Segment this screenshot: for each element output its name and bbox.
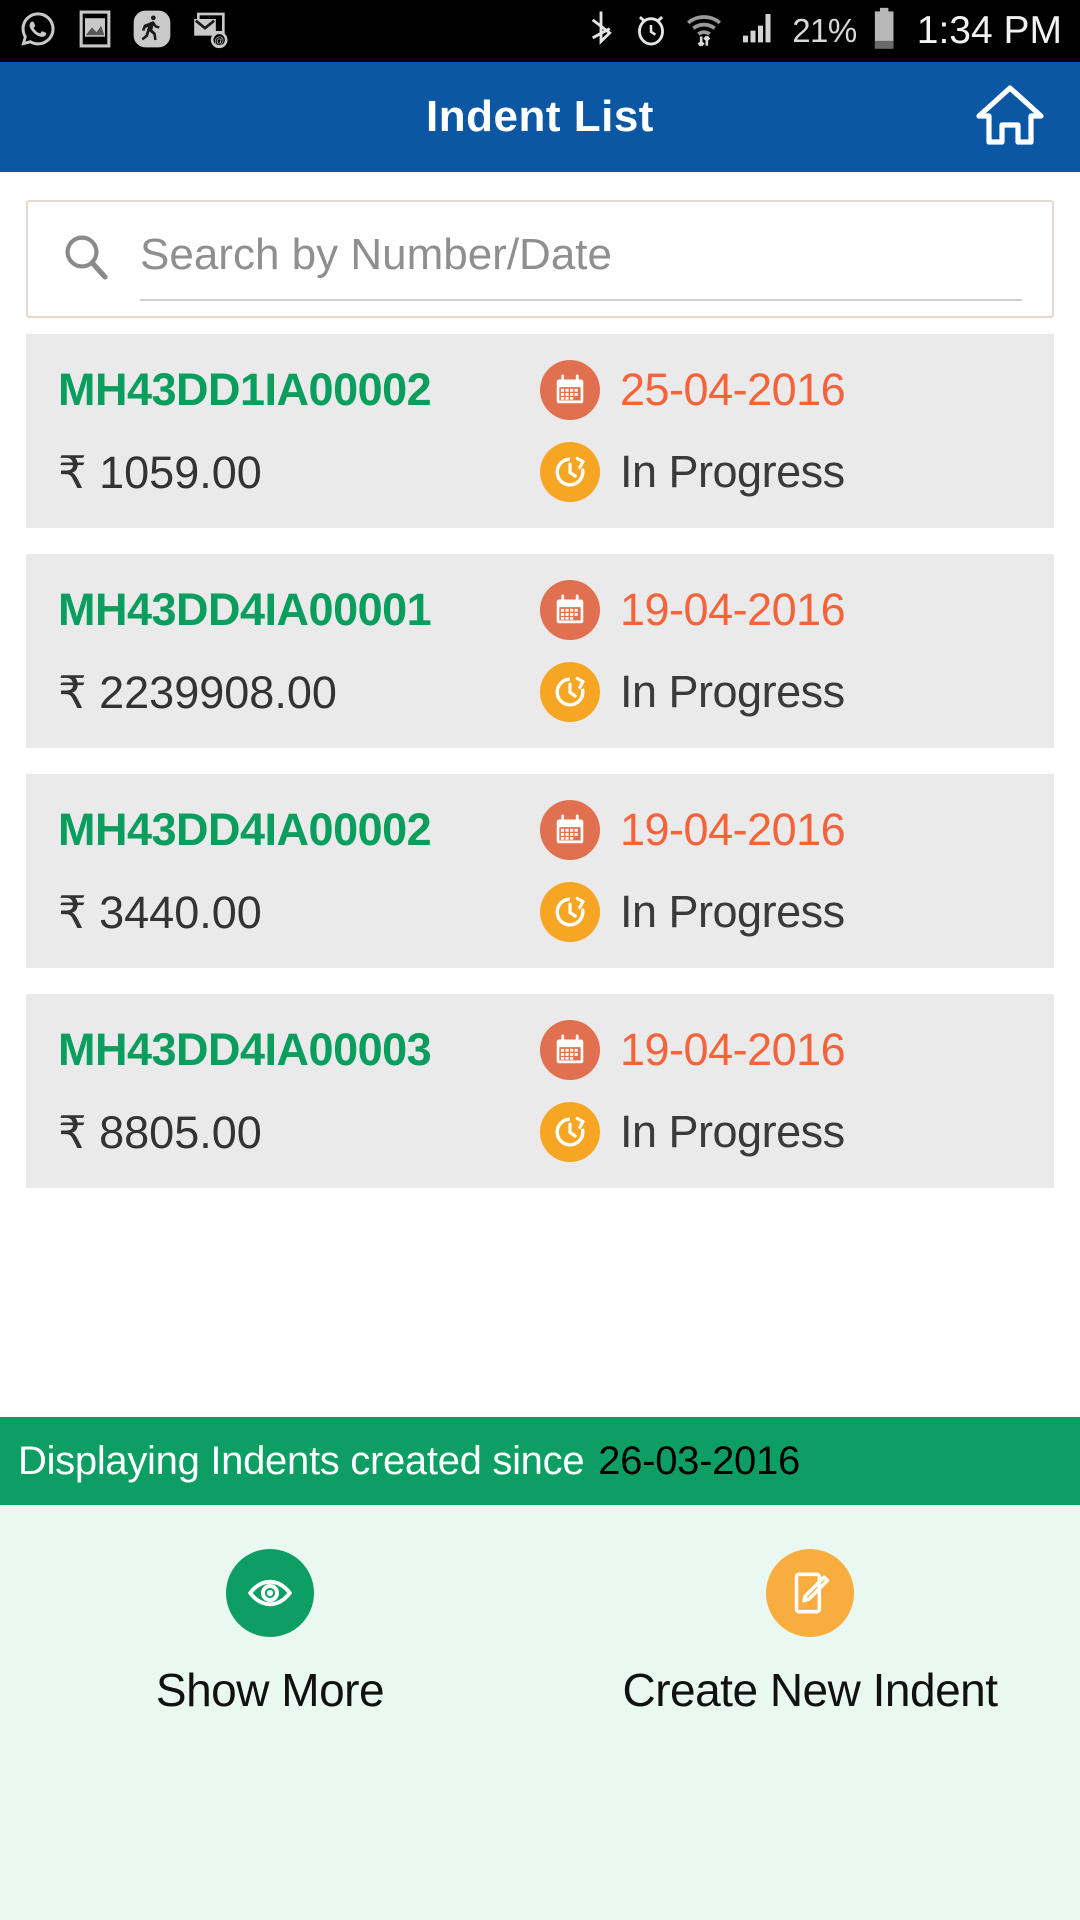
indent-status: In Progress (620, 666, 845, 717)
banner-since-date: 26-03-2016 (598, 1438, 800, 1483)
search-icon (58, 229, 114, 290)
indent-amount: ₹ 3440.00 (58, 886, 262, 938)
indent-status-cell: In Progress (540, 662, 1022, 722)
indent-amount: ₹ 8805.00 (58, 1106, 262, 1158)
indent-date-cell: 19-04-2016 (540, 800, 1022, 860)
calendar-icon (540, 360, 600, 420)
indent-amount-cell: ₹ 1059.00 (58, 446, 540, 499)
indent-number: MH43DD4IA00001 (58, 584, 432, 635)
indent-number-cell: MH43DD4IA00001 (58, 584, 540, 636)
home-icon (974, 82, 1046, 153)
indent-card-header: MH43DD4IA00003 19-04-2016 (58, 1020, 1022, 1080)
status-bar-notification-icons: @ (18, 9, 230, 54)
indent-card-header: MH43DD4IA00001 19-04-2016 (58, 580, 1022, 640)
clock-icon (540, 882, 600, 942)
show-more-label: Show More (155, 1664, 385, 1716)
indent-date-cell: 25-04-2016 (540, 360, 1022, 420)
edit-pencil-icon (766, 1549, 854, 1637)
indent-status-cell: In Progress (540, 1102, 1022, 1162)
calendar-icon (540, 580, 600, 640)
indent-amount: ₹ 2239908.00 (58, 666, 337, 718)
fitness-running-icon (132, 9, 172, 54)
clock-label: 1:34 PM (916, 9, 1062, 52)
indent-card-header: MH43DD1IA00002 25-04-2016 (58, 360, 1022, 420)
app-bar: Indent List (0, 62, 1080, 172)
status-bar: @ 21% 1:34 PM (0, 0, 1080, 62)
indent-amount-cell: ₹ 3440.00 (58, 886, 540, 939)
create-new-indent-button[interactable]: Create New Indent (540, 1549, 1080, 1717)
status-bar-system-icons: 21% 1:34 PM (584, 7, 1062, 56)
search-section (0, 172, 1080, 318)
bluetooth-icon (584, 9, 618, 54)
show-more-button[interactable]: Show More (0, 1549, 540, 1717)
create-new-indent-label: Create New Indent (622, 1664, 998, 1716)
indent-status-cell: In Progress (540, 442, 1022, 502)
indent-list: MH43DD1IA00002 25-04-2016 ₹ 1059.00 In P… (0, 318, 1080, 1417)
indent-date: 25-04-2016 (620, 364, 846, 415)
indent-number-cell: MH43DD4IA00003 (58, 1024, 540, 1076)
indent-status: In Progress (620, 1106, 845, 1157)
indent-date: 19-04-2016 (620, 804, 846, 855)
indent-card[interactable]: MH43DD4IA00002 19-04-2016 ₹ 3440.00 In P… (26, 774, 1054, 968)
clock-icon (540, 662, 600, 722)
indent-date-cell: 19-04-2016 (540, 580, 1022, 640)
clock-icon (540, 1102, 600, 1162)
indent-card-header: MH43DD4IA00002 19-04-2016 (58, 800, 1022, 860)
indent-number: MH43DD4IA00003 (58, 1024, 432, 1075)
indent-number-cell: MH43DD1IA00002 (58, 364, 540, 416)
indent-card-footer: ₹ 1059.00 In Progress (58, 442, 1022, 502)
indent-amount: ₹ 1059.00 (58, 446, 262, 498)
indent-status: In Progress (620, 886, 845, 937)
screenshot-image-icon (76, 9, 114, 54)
battery-icon (871, 7, 897, 56)
banner-label: Displaying Indents created since (18, 1438, 585, 1483)
indent-number: MH43DD4IA00002 (58, 804, 432, 855)
indent-card[interactable]: MH43DD1IA00002 25-04-2016 ₹ 1059.00 In P… (26, 334, 1054, 528)
indent-status-cell: In Progress (540, 882, 1022, 942)
indent-date-cell: 19-04-2016 (540, 1020, 1022, 1080)
indent-number-cell: MH43DD4IA00002 (58, 804, 540, 856)
indent-amount-cell: ₹ 2239908.00 (58, 666, 540, 719)
indent-card-footer: ₹ 8805.00 In Progress (58, 1102, 1022, 1162)
email-icon: @ (190, 9, 230, 54)
indent-number: MH43DD1IA00002 (58, 364, 432, 415)
wifi-icon (684, 9, 724, 54)
search-box[interactable] (26, 200, 1054, 318)
indent-date: 19-04-2016 (620, 584, 846, 635)
indent-card[interactable]: MH43DD4IA00003 19-04-2016 ₹ 8805.00 In P… (26, 994, 1054, 1188)
page-title: Indent List (426, 92, 654, 141)
info-banner: Displaying Indents created since 26-03-2… (0, 1417, 1080, 1505)
home-button[interactable] (972, 82, 1048, 152)
alarm-icon (632, 9, 670, 54)
battery-percent-label: 21% (792, 12, 857, 49)
indent-amount-cell: ₹ 8805.00 (58, 1106, 540, 1159)
indent-card[interactable]: MH43DD4IA00001 19-04-2016 ₹ 2239908.00 I… (26, 554, 1054, 748)
phone-screen: @ 21% 1:34 PM Indent List Search by Numb… (0, 0, 1080, 1920)
clock-icon (540, 442, 600, 502)
search-input[interactable] (140, 217, 1022, 301)
calendar-icon (540, 1020, 600, 1080)
calendar-icon (540, 800, 600, 860)
indent-status: In Progress (620, 446, 845, 497)
indent-card-footer: ₹ 3440.00 In Progress (58, 882, 1022, 942)
bottom-action-bar: Show More Create New Indent (0, 1505, 1080, 1920)
indent-date: 19-04-2016 (620, 1024, 846, 1075)
signal-icon (738, 9, 778, 54)
eye-icon (226, 1549, 314, 1637)
svg-text:@: @ (214, 36, 224, 47)
indent-card-footer: ₹ 2239908.00 In Progress (58, 662, 1022, 722)
whatsapp-icon (18, 9, 58, 54)
